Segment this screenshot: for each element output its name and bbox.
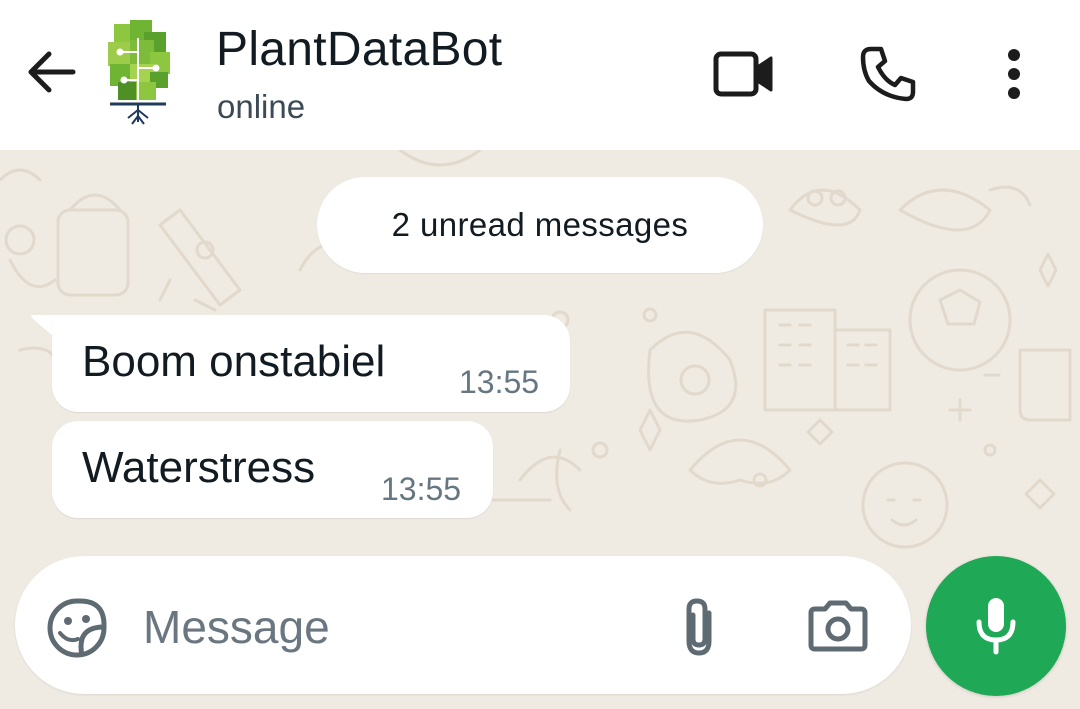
message-time: 13:55 <box>459 364 540 400</box>
incoming-message[interactable]: Waterstress 13:55 <box>52 421 493 518</box>
message-time: 13:55 <box>381 471 462 507</box>
message-input[interactable] <box>143 592 643 662</box>
contact-avatar[interactable] <box>100 18 176 128</box>
arrow-left-icon <box>28 51 76 93</box>
voice-message-button[interactable] <box>926 556 1066 696</box>
unread-messages-banner: 2 unread messages <box>317 177 763 273</box>
contact-status: online <box>217 88 306 125</box>
more-options-button[interactable] <box>984 38 1044 110</box>
attach-button[interactable] <box>669 592 729 662</box>
chat-screen: PlantDataBot online 2 unread messages Bo… <box>0 0 1080 709</box>
more-vertical-icon <box>1008 49 1020 99</box>
paperclip-icon <box>686 598 712 656</box>
contact-name[interactable]: PlantDataBot <box>216 22 502 77</box>
bubble-tail <box>31 315 54 337</box>
video-call-button[interactable] <box>704 38 784 110</box>
phone-icon <box>860 46 916 102</box>
voice-call-button[interactable] <box>852 38 924 110</box>
message-text: Boom onstabiel <box>82 337 386 386</box>
back-button[interactable] <box>18 40 82 104</box>
sticker-button[interactable] <box>45 596 109 660</box>
camera-icon <box>808 600 868 652</box>
microphone-icon <box>976 598 1016 655</box>
message-text: Waterstress <box>82 443 316 492</box>
chat-header: PlantDataBot online <box>0 0 1080 150</box>
camera-button[interactable] <box>803 594 873 658</box>
incoming-message[interactable]: Boom onstabiel 13:55 <box>52 315 570 412</box>
video-camera-icon <box>713 51 773 97</box>
message-composer <box>15 556 911 694</box>
sticker-icon <box>47 598 107 658</box>
